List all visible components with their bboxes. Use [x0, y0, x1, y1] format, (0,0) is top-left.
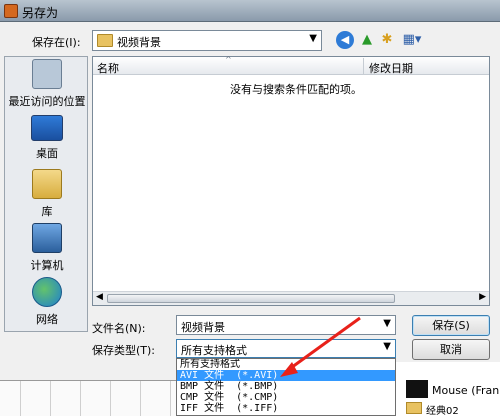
file-type-value: 所有支持格式	[181, 344, 247, 357]
dropdown-option[interactable]: 所有支持格式	[177, 359, 395, 370]
file-name-label: 文件名(N):	[92, 322, 146, 335]
media-thumbnail-icon	[406, 380, 428, 398]
chevron-down-icon[interactable]: ▼	[383, 341, 391, 352]
location-value: 视频背景	[117, 36, 161, 49]
save-button[interactable]: 保存(S)	[412, 315, 490, 336]
column-header-date[interactable]: 修改日期	[369, 60, 413, 76]
file-name-value: 视频背景	[181, 321, 225, 334]
scroll-right-icon[interactable]: ▶	[479, 292, 486, 302]
sidebar-item-label: 桌面	[36, 147, 58, 160]
scroll-left-icon[interactable]: ◀	[96, 292, 103, 302]
sort-arrow-icon: ^	[225, 55, 232, 64]
desktop-icon	[31, 115, 63, 141]
horizontal-scrollbar[interactable]: ◀ ▶	[93, 291, 489, 305]
dropdown-option[interactable]: IFF 文件 (*.IFF)	[177, 403, 395, 414]
sidebar-item-desktop[interactable]: 桌面	[5, 115, 89, 161]
dropdown-option[interactable]: CMP 文件 (*.CMP)	[177, 392, 395, 403]
file-type-select[interactable]: 所有支持格式 ▼	[176, 339, 396, 358]
places-sidebar: 最近访问的位置 桌面 库 计算机 网络	[4, 56, 88, 332]
network-icon	[32, 277, 62, 307]
title-bar[interactable]: 另存为	[0, 0, 500, 22]
views-menu-icon[interactable]: ▦▾	[400, 31, 424, 49]
sidebar-item-label: 最近访问的位置	[8, 95, 86, 108]
back-icon[interactable]: ◀	[336, 31, 354, 49]
dropdown-option[interactable]: BMP 文件 (*.BMP)	[177, 381, 395, 392]
dropdown-option-selected[interactable]: AVI 文件 (*.AVI)	[177, 370, 395, 381]
file-list[interactable]: 名称 ^ 修改日期 没有与搜索条件匹配的项。 ◀ ▶	[92, 55, 490, 306]
sidebar-item-label: 计算机	[30, 259, 64, 272]
sidebar-item-library[interactable]: 库	[5, 169, 89, 219]
new-folder-icon[interactable]: ✱	[378, 31, 396, 49]
sidebar-item-network[interactable]: 网络	[5, 277, 89, 327]
sidebar-item-computer[interactable]: 计算机	[5, 223, 89, 273]
recent-places-icon	[32, 59, 62, 89]
chevron-down-icon[interactable]: ▼	[383, 318, 391, 329]
chevron-down-icon[interactable]: ▼	[309, 33, 317, 44]
scrollbar-thumb[interactable]	[107, 294, 395, 303]
file-name-field[interactable]: 视频背景 ▼	[176, 315, 396, 335]
folder-icon	[406, 402, 422, 414]
sidebar-item-recent[interactable]: 最近访问的位置	[5, 59, 89, 109]
empty-message: 没有与搜索条件匹配的项。	[230, 83, 362, 96]
background-folder-label: 经典02	[426, 406, 459, 416]
up-folder-icon[interactable]: ▲	[358, 31, 376, 49]
app-icon	[4, 4, 18, 18]
column-header: 名称 ^ 修改日期	[93, 55, 489, 76]
sidebar-item-label: 库	[41, 205, 53, 218]
background-item-label: Mouse (Fran	[432, 384, 500, 397]
file-type-label: 保存类型(T):	[92, 344, 156, 357]
computer-icon	[32, 223, 62, 253]
folder-icon	[97, 34, 113, 47]
location-combobox[interactable]: 视频背景 ▼	[92, 30, 322, 51]
library-icon	[32, 169, 62, 199]
column-header-name[interactable]: 名称	[97, 60, 119, 76]
background-panel: Mouse (Fran 经典02	[396, 362, 500, 416]
window-title: 另存为	[22, 6, 59, 20]
save-in-label: 保存在(I):	[32, 36, 81, 49]
cancel-button[interactable]: 取消	[412, 339, 490, 360]
background-timeline	[0, 380, 176, 416]
column-divider[interactable]	[363, 58, 364, 74]
file-type-dropdown-list[interactable]: 所有支持格式 AVI 文件 (*.AVI) BMP 文件 (*.BMP) CMP…	[176, 358, 396, 416]
sidebar-item-label: 网络	[36, 313, 58, 326]
